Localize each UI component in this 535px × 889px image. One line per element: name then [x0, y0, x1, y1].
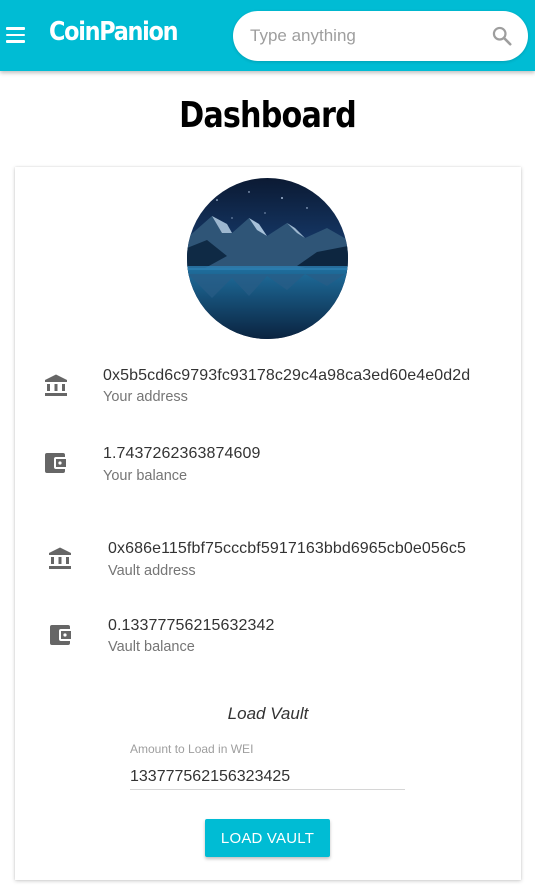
vault-balance-value: 0.13377756215632342: [108, 617, 275, 634]
your-balance-value: 1.7437262363874609: [103, 445, 261, 462]
bank-icon: [45, 374, 67, 396]
app-bar: CoinPanion: [0, 0, 535, 71]
search-bar: [233, 11, 528, 61]
your-balance-label: Your balance: [103, 468, 188, 484]
your-address-value: 0x5b5cd6c9793fc93178c29c4a98ca3ed60e4e0d…: [103, 367, 471, 384]
amount-field-label: Amount to Load in WEI: [130, 742, 254, 756]
vault-address-value: 0x686e115fbf75cccbf5917163bbd6965cb0e056…: [108, 540, 466, 557]
your-balance-row: 1.7437262363874609 Your balance: [15, 443, 521, 493]
bank-icon: [49, 547, 71, 569]
avatar: [187, 178, 348, 339]
wallet-icon: [50, 625, 71, 645]
dashboard-card: 0x5b5cd6c9793fc93178c29c4a98ca3ed60e4e0d…: [15, 167, 521, 880]
wallet-icon: [45, 453, 66, 473]
load-vault-heading: Load Vault: [227, 704, 309, 723]
vault-balance-row: 0.13377756215632342 Vault balance: [15, 615, 521, 665]
your-address-row: 0x5b5cd6c9793fc93178c29c4a98ca3ed60e4e0d…: [15, 365, 521, 415]
your-address-label: Your address: [103, 389, 188, 405]
search-input[interactable]: [250, 24, 480, 48]
search-icon[interactable]: [491, 25, 513, 47]
page-title: Dashboard: [179, 95, 357, 136]
amount-input[interactable]: [130, 764, 405, 790]
app-brand[interactable]: CoinPanion: [49, 17, 178, 47]
vault-address-row: 0x686e115fbf75cccbf5917163bbd6965cb0e056…: [15, 538, 521, 588]
vault-address-label: Vault address: [108, 563, 196, 579]
load-vault-button[interactable]: LOAD VAULT: [205, 819, 330, 857]
vault-balance-label: Vault balance: [108, 639, 195, 655]
hamburger-menu-icon[interactable]: [6, 27, 25, 43]
